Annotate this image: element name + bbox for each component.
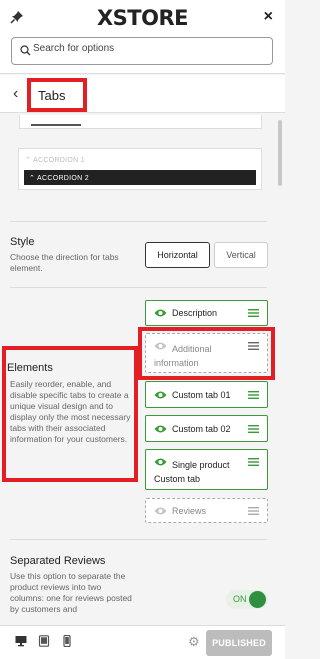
- style-description: Choose the direction for tabs element.: [10, 252, 119, 273]
- tablet-icon[interactable]: [38, 635, 50, 647]
- search-icon: [20, 45, 31, 56]
- tab-label: Custom tab 02: [172, 423, 231, 434]
- style-preview-tabs[interactable]: [19, 115, 262, 129]
- separated-reviews-toggle[interactable]: ON: [226, 590, 268, 609]
- search-box: [11, 37, 273, 65]
- tab-label-text: Single product Custom tab: [154, 460, 230, 484]
- publish-button[interactable]: PUBLISHED: [206, 630, 272, 656]
- gear-icon[interactable]: ⚙: [188, 634, 200, 650]
- additional-information-highlight: [138, 327, 275, 380]
- elements-description: Easily reorder, enable, and disable spec…: [10, 379, 131, 444]
- back-chevron-icon[interactable]: ‹: [13, 85, 18, 103]
- drag-handle-icon[interactable]: [248, 390, 259, 399]
- tab-item-custom-tab-02[interactable]: Custom tab 02: [145, 415, 268, 442]
- tab-label: Description: [172, 308, 218, 318]
- eye-icon[interactable]: [154, 423, 167, 435]
- horizontal-button[interactable]: Horizontal: [145, 242, 210, 268]
- section-bar: ‹ Tabs: [0, 75, 285, 113]
- vertical-button[interactable]: Vertical: [214, 242, 268, 268]
- drag-handle-icon[interactable]: [248, 506, 259, 515]
- section-title: Tabs: [27, 78, 87, 112]
- style-label: Style: [10, 236, 35, 248]
- scrollbar-thumb[interactable]: [278, 120, 282, 186]
- separated-reviews-label: Separated Reviews: [10, 555, 106, 567]
- preview-accordion-1: ⌃ ACCORDION 1: [25, 157, 85, 164]
- drag-handle-icon[interactable]: [248, 424, 259, 433]
- tab-item-custom-tab-01[interactable]: Custom tab 01: [145, 381, 268, 408]
- customizer-header: XSTORE ×: [0, 0, 285, 36]
- close-icon[interactable]: ×: [264, 8, 273, 26]
- tab-item-description[interactable]: Description: [145, 300, 268, 326]
- separated-reviews-description: Use this option to separate the product …: [10, 571, 132, 614]
- tab-label: Single product Custom tab: [154, 458, 246, 486]
- eye-icon[interactable]: [154, 505, 167, 517]
- preview-accordion-2: ⌃ ACCORDION 2: [24, 170, 256, 185]
- divider: [10, 539, 267, 540]
- tab-label: Reviews: [172, 505, 207, 516]
- drag-handle-icon[interactable]: [248, 458, 259, 466]
- toggle-knob: [249, 591, 266, 608]
- divider: [10, 221, 267, 222]
- desktop-icon[interactable]: [15, 635, 27, 647]
- drag-handle-icon[interactable]: [248, 309, 259, 317]
- preview-tab-underline: [31, 124, 81, 126]
- eye-icon[interactable]: [154, 389, 167, 401]
- divider: [10, 287, 267, 288]
- search-input[interactable]: [33, 43, 263, 54]
- tab-item-single-product-custom-tab[interactable]: Single product Custom tab: [145, 449, 268, 490]
- customizer-footer: ⚙ PUBLISHED: [0, 625, 285, 659]
- tab-label: Custom tab 01: [172, 389, 231, 400]
- mobile-icon[interactable]: [61, 635, 73, 647]
- tab-item-reviews[interactable]: Reviews: [145, 498, 268, 523]
- toggle-state-label: ON: [233, 594, 247, 604]
- eye-icon[interactable]: [154, 307, 167, 319]
- search-bar: [0, 36, 285, 74]
- xstore-logo: XSTORE: [96, 6, 189, 30]
- style-preview-accordion[interactable]: ⌃ ACCORDION 1 ⌃ ACCORDION 2: [18, 148, 262, 190]
- elements-label: Elements: [7, 362, 53, 374]
